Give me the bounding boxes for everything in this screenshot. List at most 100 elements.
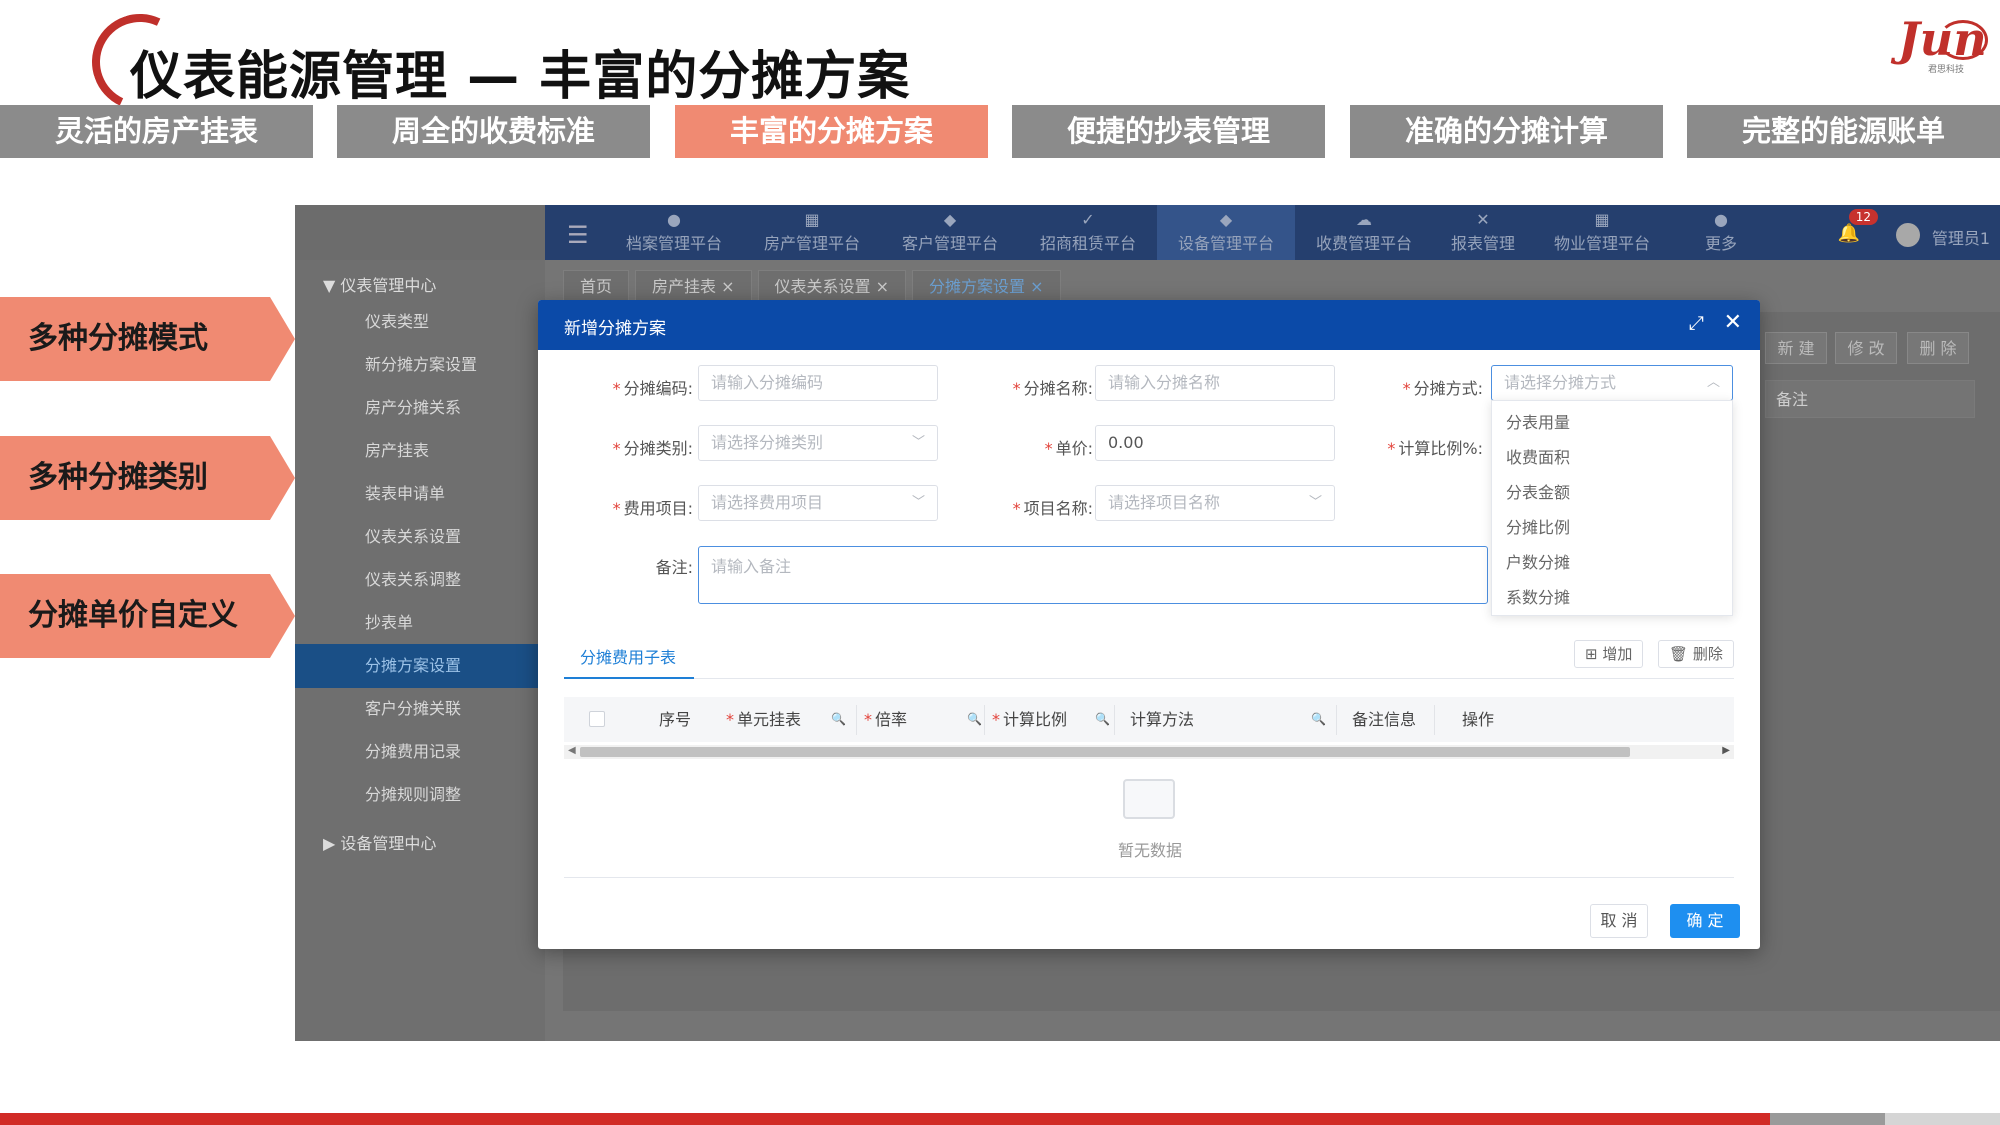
sidebar-item-fee-records[interactable]: 分摊费用记录 (295, 730, 545, 774)
top-nav-label: 房产管理平台 (763, 234, 860, 253)
cancel-button[interactable]: 取 消 (1590, 904, 1648, 938)
search-icon[interactable]: 🔍 (1311, 697, 1326, 742)
page-tab-property-meter[interactable]: 房产挂表 × (635, 270, 752, 302)
code-input[interactable]: 请输入分摊编码 (698, 365, 938, 401)
remark-column: 备注 (1765, 380, 1975, 418)
top-nav-label: 档案管理平台 (625, 234, 722, 253)
section-tab-1[interactable]: 灵活的房产挂表 (0, 105, 313, 158)
avatar[interactable] (1896, 223, 1920, 247)
col-remark: 备注信息 (1352, 710, 1417, 729)
delete-row-button[interactable]: 🗑 删除 (1658, 640, 1734, 668)
sidebar-item-meter-type[interactable]: 仪表类型 (295, 300, 545, 344)
col-calc-method[interactable]: 计算方法 🔍 (1130, 697, 1336, 742)
fee-item-label: * 费用项目: (612, 499, 693, 518)
callout-categories: 多种分摊类别 (0, 436, 295, 520)
horizontal-scrollbar[interactable]: ◀ ▶ (564, 745, 1734, 759)
sidebar-group-meter[interactable]: ▼ 仪表管理中心 (323, 272, 436, 296)
fullscreen-icon[interactable]: ⤢ (1689, 312, 1704, 334)
add-row-button[interactable]: ⊞ 增加 (1574, 640, 1644, 668)
section-tab-5[interactable]: 准确的分摊计算 (1350, 105, 1663, 158)
slide-title: 仪表能源管理 — 丰富的分摊方案 (130, 47, 911, 107)
delete-button[interactable]: 删 除 (1907, 332, 1969, 364)
bell-icon[interactable]: 🔔 (1838, 223, 1860, 244)
sidebar-item-property-meter[interactable]: 房产挂表 (295, 429, 545, 473)
section-tab-6[interactable]: 完整的能源账单 (1687, 105, 2000, 158)
section-tab-3[interactable]: 丰富的分摊方案 (675, 105, 988, 158)
page-tab-meter-relation[interactable]: 仪表关系设置 × (757, 270, 907, 302)
fee-item-select[interactable]: 请选择费用项目 ﹀ (698, 485, 938, 521)
remark-textarea[interactable]: 请输入备注 (698, 546, 1488, 604)
user-name[interactable]: 管理员1 (1932, 225, 1990, 249)
customer-icon: ◆ (943, 210, 957, 229)
caret-down-icon: ▼ (323, 276, 341, 295)
col-seq: 序号 (659, 710, 692, 729)
top-nav-report[interactable]: ✕ 报表管理 (1433, 205, 1533, 260)
search-icon[interactable]: 🔍 (967, 697, 982, 742)
confirm-button[interactable]: 确 定 (1670, 904, 1740, 938)
search-icon[interactable]: 🔍 (1095, 697, 1110, 742)
sidebar-item-relation-adjust[interactable]: 仪表关系调整 (295, 558, 545, 602)
top-nav-label: 客户管理平台 (901, 234, 998, 253)
dialog-header: 新增分摊方案 ⤢ ✕ (538, 300, 1760, 350)
col-unit-meter[interactable]: * 单元挂表 🔍 (726, 697, 856, 742)
category-label: * 分摊类别: (612, 439, 693, 458)
method-option[interactable]: 收费面积 (1492, 440, 1732, 475)
top-nav-property[interactable]: ▦ 房产管理平台 (743, 205, 881, 260)
method-option[interactable]: 分摊比例 (1492, 510, 1732, 545)
sidebar-item-reading[interactable]: 抄表单 (295, 601, 545, 645)
top-nav-archive[interactable]: ● 档案管理平台 (605, 205, 743, 260)
top-nav-charge[interactable]: ☁ 收费管理平台 (1295, 205, 1433, 260)
name-input[interactable]: 请输入分摊名称 (1095, 365, 1335, 401)
method-option[interactable]: 分表金额 (1492, 475, 1732, 510)
scroll-right-icon[interactable]: ▶ (1722, 745, 1730, 756)
col-divider (856, 705, 857, 735)
edit-button[interactable]: 修 改 (1835, 332, 1897, 364)
page-tab-scheme-settings[interactable]: 分摊方案设置 × (912, 270, 1061, 302)
sidebar-item-meter-relation[interactable]: 仪表关系设置 (295, 515, 545, 559)
section-tabs: 灵活的房产挂表 周全的收费标准 丰富的分摊方案 便捷的抄表管理 准确的分摊计算 … (0, 105, 2000, 158)
sidebar-item-property-relation[interactable]: 房产分摊关系 (295, 386, 545, 430)
chevron-down-icon: ﹀ (1308, 495, 1322, 510)
sidebar-item-install-request[interactable]: 装表申请单 (295, 472, 545, 516)
scrollbar-thumb[interactable] (580, 747, 1630, 757)
section-tab-4[interactable]: 便捷的抄表管理 (1012, 105, 1325, 158)
top-nav-customer[interactable]: ◆ 客户管理平台 (881, 205, 1019, 260)
method-option[interactable]: 户数分摊 (1492, 545, 1732, 580)
sidebar-item-new-scheme[interactable]: 新分摊方案设置 (295, 343, 545, 387)
sidebar-group-device[interactable]: ▶ 设备管理中心 (323, 830, 436, 854)
col-ratio[interactable]: * 计算比例 🔍 (992, 697, 1120, 742)
method-select[interactable]: 请选择分摊方式 ︿ (1491, 365, 1733, 401)
section-tab-2[interactable]: 周全的收费标准 (337, 105, 650, 158)
project-placeholder: 请选择项目名称 (1108, 493, 1221, 512)
sidebar-item-rule-adjust[interactable]: 分摊规则调整 (295, 773, 545, 817)
col-divider (984, 705, 985, 735)
top-nav-label: 招商租赁平台 (1039, 234, 1136, 253)
category-select[interactable]: 请选择分摊类别 ﹀ (698, 425, 938, 461)
close-icon[interactable]: ✕ (1724, 310, 1742, 335)
method-option[interactable]: 分表用量 (1492, 405, 1732, 440)
delete-row-label: 删除 (1692, 645, 1723, 663)
method-option[interactable]: 系数分摊 (1492, 580, 1732, 615)
top-nav-property-mgmt[interactable]: ▦ 物业管理平台 (1533, 205, 1671, 260)
page-tab-home[interactable]: 首页 (563, 270, 630, 302)
footer-bar-light (1885, 1113, 2000, 1125)
sidebar-item-customer-relation[interactable]: 客户分摊关联 (295, 687, 545, 731)
search-icon[interactable]: 🔍 (831, 697, 846, 742)
top-nav-device[interactable]: ◆ 设备管理平台 (1157, 205, 1295, 260)
top-nav-label: 物业管理平台 (1553, 234, 1650, 253)
tab-fee-subtable[interactable]: 分摊费用子表 (580, 644, 676, 668)
col-multiplier[interactable]: * 倍率 🔍 (864, 697, 992, 742)
scroll-left-icon[interactable]: ◀ (568, 745, 576, 756)
footer-bar-gray (1770, 1113, 1885, 1125)
sidebar-item-scheme-settings[interactable]: 分摊方案设置 (295, 644, 545, 688)
chevron-down-icon: ﹀ (911, 495, 925, 510)
project-select[interactable]: 请选择项目名称 ﹀ (1095, 485, 1335, 521)
top-nav-more[interactable]: ● 更多 (1671, 205, 1771, 260)
menu-toggle-icon[interactable]: ☰ (567, 221, 589, 249)
footer-divider (564, 877, 1734, 878)
more-icon: ● (1714, 210, 1728, 229)
new-button[interactable]: 新 建 (1765, 332, 1827, 364)
price-input[interactable]: 0.00 (1095, 425, 1335, 461)
top-nav-leasing[interactable]: ✓ 招商租赁平台 (1019, 205, 1157, 260)
select-all-checkbox[interactable] (589, 711, 605, 727)
